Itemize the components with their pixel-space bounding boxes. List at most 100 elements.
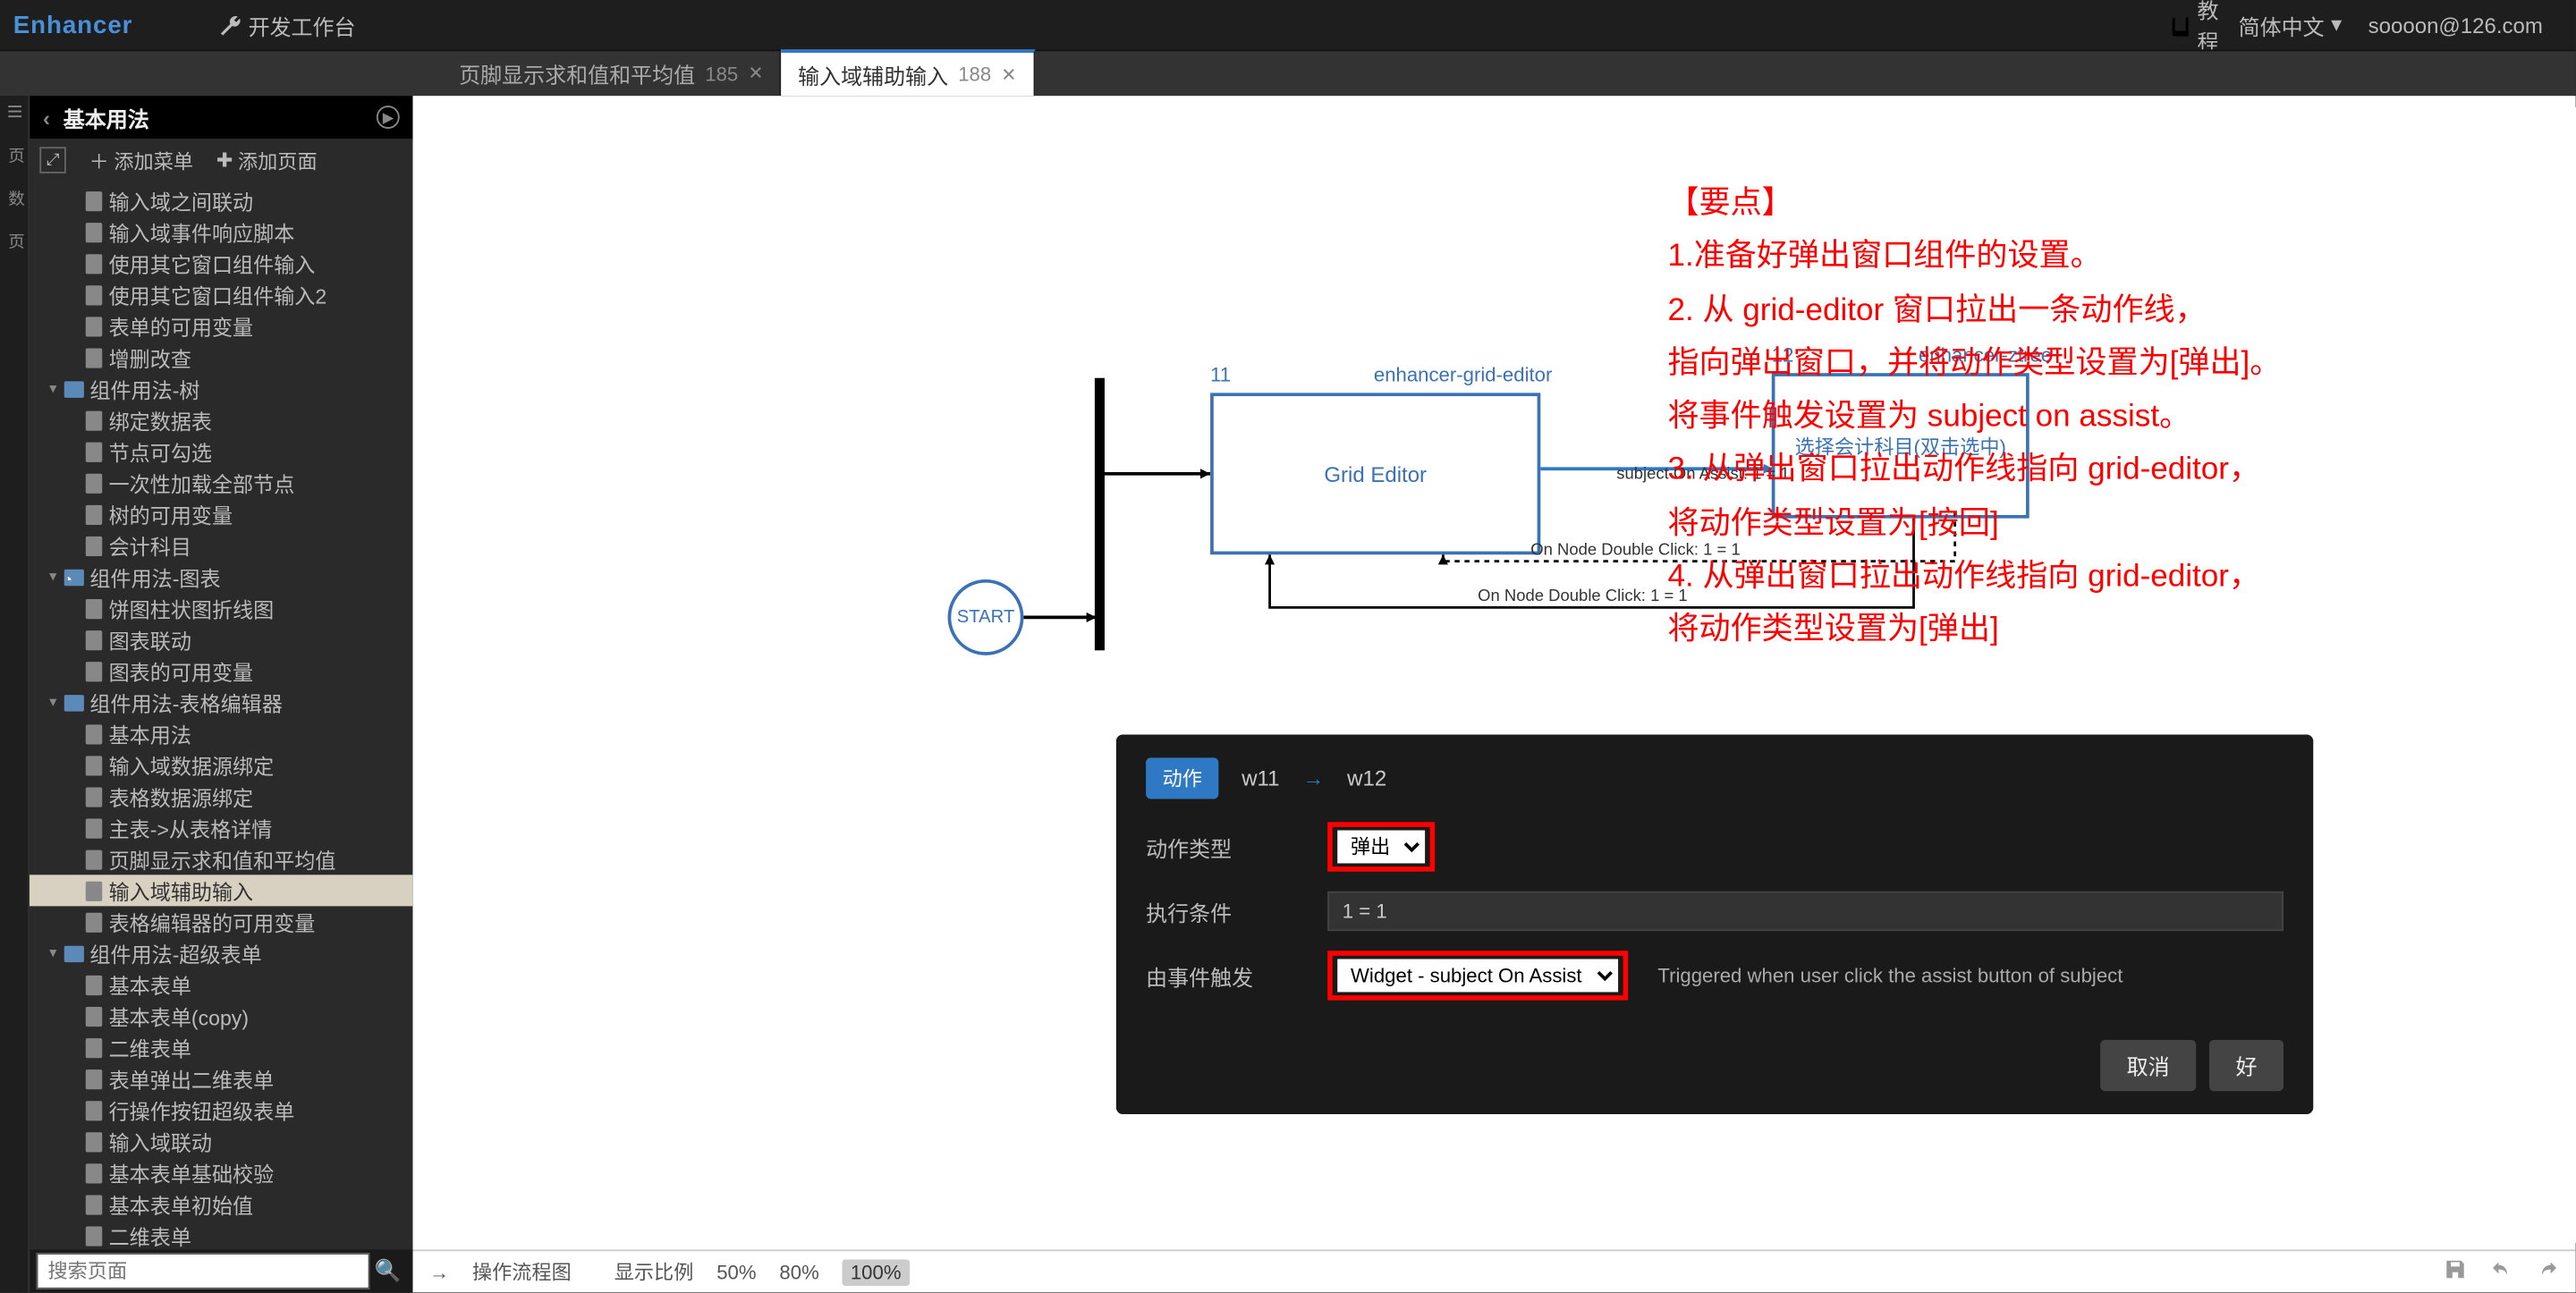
tree-item[interactable]: 表格编辑器的可用变量: [30, 906, 412, 937]
tree-item[interactable]: 表单的可用变量: [30, 310, 412, 342]
ok-button[interactable]: 好: [2209, 1040, 2284, 1091]
tree-item[interactable]: 行操作按钮超级表单: [30, 1094, 412, 1126]
tab-item-active[interactable]: 输入域辅助输入 188 ✕: [782, 49, 1035, 96]
tree-item[interactable]: 表格数据源绑定: [30, 781, 412, 812]
tree-item[interactable]: 基本表单: [30, 969, 412, 1001]
chevron-left-icon[interactable]: ‹: [43, 105, 50, 130]
tree-item[interactable]: 输入域之间联动: [30, 185, 412, 216]
tutorial-link[interactable]: 教程: [2169, 0, 2218, 56]
canvas[interactable]: START Grid Editor 11 enhancer-grid-edito…: [413, 96, 2576, 1292]
type-label: 动作类型: [1146, 831, 1311, 862]
tree-label: 输入域事件响应脚本: [109, 216, 295, 248]
tree-item[interactable]: 基本表单(copy): [30, 1001, 412, 1032]
tree-label: 一次性加载全部节点: [109, 467, 295, 498]
close-icon[interactable]: ✕: [748, 63, 763, 84]
tree-item[interactable]: 图表联动: [30, 624, 412, 655]
rail-tab-data[interactable]: 数据绑定: [3, 190, 26, 213]
search-icon[interactable]: 🔍: [370, 1258, 407, 1285]
trigger-select[interactable]: Widget - subject On Assist: [1337, 959, 1618, 993]
tree-item[interactable]: 二维表单: [30, 1220, 412, 1249]
page-icon: [86, 849, 102, 869]
tab-strip: 页脚显示求和值和平均值 185 ✕ 输入域辅助输入 188 ✕: [0, 49, 2576, 96]
action-type-select[interactable]: 弹出: [1337, 831, 1425, 864]
page-icon: [86, 661, 102, 680]
tree-item[interactable]: 主表->从表格详情: [30, 812, 412, 843]
tree-item[interactable]: 基本表单基础校验: [30, 1157, 412, 1188]
zoom-100[interactable]: 100%: [843, 1259, 910, 1286]
play-icon[interactable]: ▶: [377, 106, 400, 129]
tree-item[interactable]: 二维表单: [30, 1032, 412, 1063]
undo-icon[interactable]: [2490, 1258, 2513, 1286]
tab-label: 页脚显示求和值和平均值: [459, 58, 695, 89]
tree-item[interactable]: 会计科目: [30, 530, 412, 562]
start-node[interactable]: START: [948, 579, 1024, 655]
page-icon: [86, 348, 102, 368]
rail-tab-pages[interactable]: 页面管理: [3, 147, 26, 170]
save-icon[interactable]: [2444, 1258, 2467, 1286]
tree-label: 输入域数据源绑定: [109, 749, 275, 781]
tree-item[interactable]: 输入域辅助输入: [30, 875, 412, 906]
tree-item[interactable]: 表单弹出二维表单: [30, 1063, 412, 1094]
user-menu[interactable]: soooon@126.com: [2361, 13, 2543, 38]
tree-item[interactable]: 节点可勾选: [30, 435, 412, 467]
tree-item[interactable]: 图表的可用变量: [30, 655, 412, 687]
tree-item[interactable]: 绑定数据表: [30, 404, 412, 435]
tree-folder[interactable]: ▾组件用法-树: [30, 373, 412, 404]
tree-item[interactable]: 树的可用变量: [30, 498, 412, 529]
triangle-down-icon: ▾: [49, 944, 56, 962]
page-icon: [86, 723, 102, 743]
trigger-desc: Triggered when user click the assist but…: [1657, 964, 2123, 987]
cond-label: 执行条件: [1146, 895, 1311, 926]
triangle-down-icon: ▾: [49, 693, 56, 711]
zoom-80[interactable]: 80%: [779, 1260, 818, 1283]
tree-item[interactable]: 输入域联动: [30, 1126, 412, 1157]
tree-folder[interactable]: ▾组件用法-表格编辑器: [30, 687, 412, 718]
node-grid-editor[interactable]: Grid Editor: [1210, 393, 1540, 554]
tree-item[interactable]: 基本表单初始值: [30, 1188, 412, 1220]
cancel-button[interactable]: 取消: [2100, 1040, 2196, 1091]
zoom-50[interactable]: 50%: [716, 1260, 756, 1283]
add-page-button[interactable]: ✚添加页面: [216, 146, 318, 173]
tree-label: 节点可勾选: [109, 435, 212, 467]
tree-item[interactable]: 输入域数据源绑定: [30, 749, 412, 781]
tree-folder[interactable]: ▾组件用法-图表: [30, 562, 412, 593]
node-num: 11: [1210, 363, 1231, 386]
tree-item[interactable]: 使用其它窗口组件输入2: [30, 279, 412, 310]
tree-item[interactable]: 页脚显示求和值和平均值: [30, 843, 412, 875]
rail-tab-config[interactable]: 页面配置: [3, 232, 26, 256]
tree-folder[interactable]: ▾组件用法-超级表单: [30, 938, 412, 969]
folder-icon: [64, 569, 83, 585]
rail-collapse[interactable]: [4, 102, 24, 127]
expand-icon[interactable]: ⤢: [39, 147, 66, 173]
page-icon: [86, 410, 102, 430]
redo-icon[interactable]: [2536, 1258, 2559, 1286]
tutorial-label: 教程: [2198, 0, 2219, 56]
close-icon[interactable]: ✕: [1001, 63, 1016, 85]
tab-label: 输入域辅助输入: [798, 59, 948, 90]
tree-item[interactable]: 增删改查: [30, 342, 412, 373]
tree-item[interactable]: 使用其它窗口组件输入: [30, 248, 412, 279]
book-icon: [2169, 14, 2190, 36]
sidebar-actions: ⤢ ＋添加菜单 ✚添加页面: [30, 139, 412, 182]
dialog-pill: 动作: [1146, 757, 1218, 799]
tree-item[interactable]: 基本用法: [30, 718, 412, 749]
add-menu-button[interactable]: ＋添加菜单: [89, 146, 193, 173]
annotation-notes: 【要点】 1.准备好弹出窗口组件的设置。 2. 从 grid-editor 窗口…: [1667, 178, 2542, 658]
condition-input[interactable]: [1327, 892, 2284, 931]
page-icon: [86, 1226, 102, 1246]
page-icon: [86, 1195, 102, 1214]
flow-label[interactable]: 操作流程图: [472, 1258, 572, 1286]
tab-item[interactable]: 页脚显示求和值和平均值 185 ✕: [443, 51, 782, 96]
lang-select[interactable]: 简体中文 ▾: [2239, 9, 2342, 40]
tree-item[interactable]: 饼图柱状图折线图: [30, 593, 412, 624]
note-line: 将动作类型设置为[弹出]: [1667, 604, 2542, 658]
wrench-icon: [218, 13, 242, 37]
note-line: 3. 从弹出窗口拉出动作线指向 grid-editor，: [1667, 444, 2542, 498]
note-line: 指向弹出窗口，并将动作类型设置为[弹出]。: [1667, 338, 2542, 392]
search-input[interactable]: [37, 1253, 370, 1289]
arrow-right-icon: →: [429, 1260, 449, 1283]
tree-item[interactable]: 输入域事件响应脚本: [30, 216, 412, 248]
tab-num: 185: [705, 62, 738, 85]
workbench-link[interactable]: 开发工作台: [218, 9, 355, 40]
tree-item[interactable]: 一次性加载全部节点: [30, 467, 412, 498]
